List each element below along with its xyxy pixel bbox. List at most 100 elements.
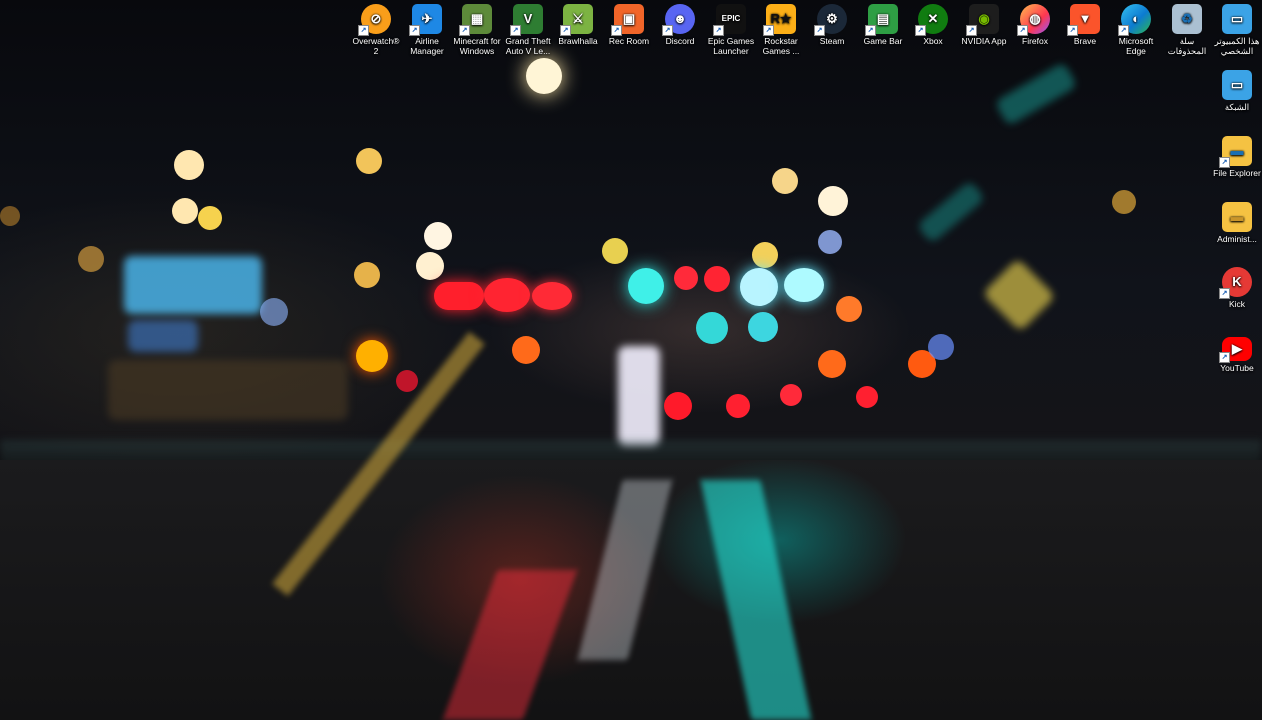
desktop-icon-brawlhalla[interactable]: ⚔ ↗ Brawlhalla [553, 0, 603, 46]
desktop-icon-label: YouTube [1220, 363, 1254, 373]
wallpaper-light [772, 168, 798, 194]
wallpaper-light-red [856, 386, 878, 408]
desktop-icon-label: Epic Games Launcher [707, 36, 755, 56]
wallpaper-light [0, 206, 20, 226]
desktop-icon-kick[interactable]: K ↗ Kick [1212, 263, 1262, 309]
desktop-icon-label: سلة المحذوفات [1167, 36, 1207, 56]
wallpaper-yellow-sign [982, 258, 1056, 332]
desktop-icon-steam[interactable]: ⚙ ↗ Steam [807, 0, 857, 46]
wallpaper-light-red [484, 278, 530, 312]
desktop-icon-label: Rec Room [608, 36, 650, 46]
shortcut-arrow-icon: ↗ [763, 25, 774, 36]
rockstar-icon: R★ ↗ [763, 4, 796, 36]
desktop-icon-label: Airline Manager [410, 36, 444, 56]
desktop-icon-rockstar[interactable]: R★ ↗ Rockstar Games ... [756, 0, 806, 56]
desktop-icon-label: File Explorer [1213, 168, 1261, 178]
desktop-icon-gta-v[interactable]: V ↗ Grand Theft Auto V Le... [503, 0, 553, 56]
overwatch-icon: ⊘ ↗ [358, 4, 391, 36]
rec-room-icon: ▣ ↗ [611, 4, 644, 36]
desktop-icon-label: Minecraft for Windows [453, 36, 501, 56]
wallpaper-light-red [674, 266, 698, 290]
wallpaper-light [602, 238, 628, 264]
desktop-icon-game-bar[interactable]: ▤ ↗ Game Bar [858, 0, 908, 46]
wallpaper-light-red [434, 282, 484, 310]
recycle-bin-icon: ♻ [1172, 4, 1202, 34]
desktop-icon-xbox[interactable]: ✕ ↗ Xbox [908, 0, 958, 46]
brave-icon: ▼ ↗ [1067, 4, 1100, 36]
minecraft-icon: ▦ ↗ [459, 4, 492, 36]
desktop-icon-label: Overwatch® 2 [352, 36, 400, 56]
wallpaper-light [172, 198, 198, 224]
game-bar-icon: ▤ ↗ [865, 4, 898, 36]
desktop-icon-label: Rockstar Games ... [762, 36, 800, 56]
nvidia-icon: ◉ ↗ [966, 4, 999, 36]
desktop-icon-label: Brave [1073, 36, 1097, 46]
shortcut-arrow-icon: ↗ [1219, 288, 1230, 299]
wallpaper-blue-sign [124, 256, 262, 314]
shortcut-arrow-icon: ↗ [1067, 25, 1078, 36]
wallpaper-light [198, 206, 222, 230]
shortcut-arrow-icon: ↗ [662, 25, 673, 36]
file-explorer-icon: ▬ ↗ [1219, 136, 1252, 168]
wallpaper-light-orange [818, 350, 846, 378]
wallpaper-light-blue [928, 334, 954, 360]
wallpaper-lane-teal [700, 480, 812, 720]
desktop-icon-label: Xbox [923, 36, 943, 46]
wallpaper-teal-streak [994, 61, 1078, 127]
desktop-icon-airline-manager[interactable]: ✈ ↗ Airline Manager [402, 0, 452, 56]
shortcut-arrow-icon: ↗ [611, 25, 622, 36]
desktop-icon-administrator[interactable]: ▬ Administ... [1212, 198, 1262, 244]
wallpaper-light [78, 246, 104, 272]
shortcut-arrow-icon: ↗ [510, 25, 521, 36]
wallpaper-light-red [664, 392, 692, 420]
desktop-icon-edge[interactable]: ◐ ↗ Microsoft Edge [1111, 0, 1161, 56]
wallpaper-light [174, 150, 204, 180]
wallpaper-light [818, 230, 842, 254]
network-icon: ▭ [1222, 70, 1252, 100]
wallpaper-light-red [396, 370, 418, 392]
folder-icon: ▬ [1222, 202, 1252, 232]
desktop-icon-label: Brawlhalla [558, 36, 598, 46]
desktop-icon-discord[interactable]: ☻ ↗ Discord [655, 0, 705, 46]
desktop-icon-rec-room[interactable]: ▣ ↗ Rec Room [604, 0, 654, 46]
shortcut-arrow-icon: ↗ [1118, 25, 1129, 36]
shortcut-arrow-icon: ↗ [459, 25, 470, 36]
wallpaper-light-teal [748, 312, 778, 342]
kick-icon: K ↗ [1219, 267, 1252, 299]
wallpaper-light [1112, 190, 1136, 214]
desktop-icon-nvidia[interactable]: ◉ ↗ NVIDIA App [959, 0, 1009, 46]
youtube-icon: ▶ ↗ [1219, 337, 1252, 363]
wallpaper-light-orange [356, 340, 388, 372]
desktop-icon-label: Kick [1228, 299, 1246, 309]
desktop-icon-firefox[interactable]: ◍ ↗ Firefox [1010, 0, 1060, 46]
shortcut-arrow-icon: ↗ [865, 25, 876, 36]
desktop-icon-recycle-bin[interactable]: ♻ سلة المحذوفات [1162, 0, 1212, 56]
firefox-icon: ◍ ↗ [1017, 4, 1050, 36]
wallpaper-light-teal [784, 268, 824, 302]
shortcut-arrow-icon: ↗ [1219, 157, 1230, 168]
xbox-icon: ✕ ↗ [915, 4, 948, 36]
desktop-icon-minecraft[interactable]: ▦ ↗ Minecraft for Windows [452, 0, 502, 56]
shortcut-arrow-icon: ↗ [966, 25, 977, 36]
desktop-icon-label: Firefox [1022, 36, 1048, 46]
desktop-icon-brave[interactable]: ▼ ↗ Brave [1060, 0, 1110, 46]
shortcut-arrow-icon: ↗ [358, 25, 369, 36]
shortcut-arrow-icon: ↗ [1219, 352, 1230, 363]
discord-icon: ☻ ↗ [662, 4, 695, 36]
shortcut-arrow-icon: ↗ [560, 25, 571, 36]
desktop-icon-overwatch[interactable]: ⊘ ↗ Overwatch® 2 [351, 0, 401, 56]
wallpaper-light [752, 242, 778, 268]
desktop-icon-file-explorer[interactable]: ▬ ↗ File Explorer [1212, 132, 1262, 178]
screen-edge-strip [1262, 0, 1280, 720]
desktop-icon-youtube[interactable]: ▶ ↗ YouTube [1212, 330, 1262, 373]
desktop-wallpaper [0, 0, 1262, 720]
desktop-icon-network[interactable]: ▭ الشبكة [1212, 66, 1262, 112]
wallpaper-light [424, 222, 452, 250]
desktop-icon-this-pc[interactable]: ▭ هذا الكمبيوتر الشخصي [1212, 0, 1262, 56]
desktop-icon-epic-games[interactable]: EPIC ↗ Epic Games Launcher [706, 0, 756, 56]
brawlhalla-icon: ⚔ ↗ [560, 4, 593, 36]
desktop-icon-label: Game Bar [863, 36, 903, 46]
wallpaper-light [416, 252, 444, 280]
wallpaper-light-red [726, 394, 750, 418]
desktop-icon-label: Microsoft Edge [1118, 36, 1154, 56]
